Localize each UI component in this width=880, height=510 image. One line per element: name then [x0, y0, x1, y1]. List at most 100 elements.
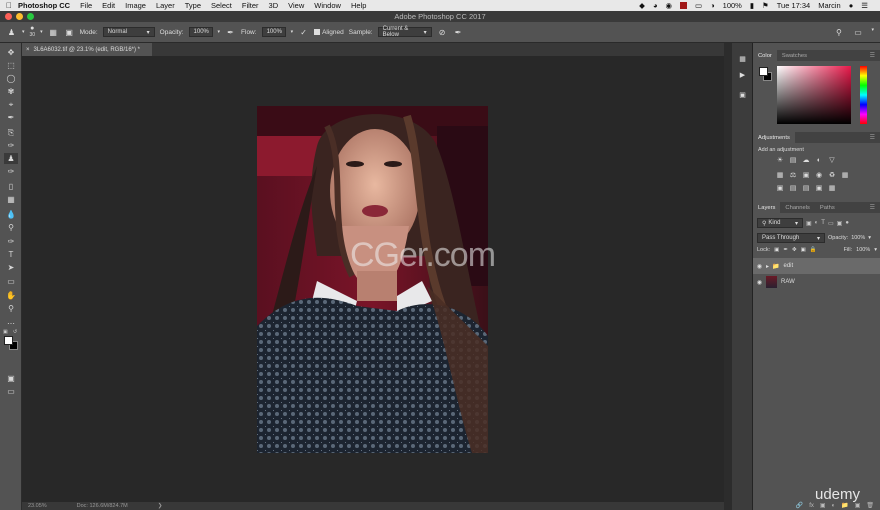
chevron-down-icon[interactable]: ▾ [874, 247, 877, 253]
tab-channels[interactable]: Channels [780, 202, 815, 213]
filter-adjustment-icon[interactable]: ◐ [815, 220, 819, 226]
recording-icon[interactable] [680, 2, 688, 9]
eye-icon[interactable]: ◉ [665, 1, 672, 10]
gradient-map-icon[interactable]: ▦ [827, 184, 837, 192]
quick-mask-icon[interactable]: ▣ [4, 373, 18, 384]
flag-icon[interactable]: ⚑ [762, 1, 769, 10]
tab-color[interactable]: Color [753, 50, 777, 61]
color-balance-icon[interactable]: ⚖ [788, 171, 798, 179]
clone-stamp-tool-icon[interactable]: ♟ [4, 153, 18, 164]
quick-selection-tool-icon[interactable]: ✾ [4, 86, 18, 97]
hue-slider[interactable] [860, 66, 867, 124]
levels-icon[interactable]: ▤ [788, 156, 798, 164]
eraser-tool-icon[interactable]: ▯ [4, 181, 18, 192]
filter-smart-object-icon[interactable]: ▣ [837, 220, 843, 227]
canvas-area[interactable]: CGer.com [22, 56, 724, 502]
eyedropper-tool-icon[interactable]: ✒ [4, 112, 18, 123]
path-selection-tool-icon[interactable]: ➤ [4, 262, 18, 273]
rectangle-tool-icon[interactable]: ▭ [4, 276, 18, 287]
notifications-icon[interactable]: ☰ [861, 1, 868, 10]
type-tool-icon[interactable]: T [4, 249, 18, 260]
chevron-down-icon[interactable]: ▾ [871, 27, 874, 38]
blend-mode-select[interactable]: Pass Through ▾ [757, 233, 825, 243]
siri-icon[interactable]: ● [849, 1, 854, 10]
brush-chevron-icon[interactable]: ▾ [40, 29, 43, 35]
menu-app-name[interactable]: Photoshop CC [18, 1, 70, 10]
chevron-down-icon[interactable]: ▾ [291, 29, 294, 35]
panel-menu-icon[interactable]: ☰ [865, 132, 880, 143]
menu-filter[interactable]: Filter [242, 1, 259, 10]
menu-view[interactable]: View [288, 1, 304, 10]
close-window-button[interactable] [5, 13, 12, 20]
menu-file[interactable]: File [80, 1, 92, 10]
posterize-icon[interactable]: ▤ [788, 184, 798, 192]
opacity-input[interactable]: 100% [188, 27, 213, 37]
exposure-icon[interactable]: ◐ [814, 156, 824, 164]
photo-filter-icon[interactable]: ◉ [814, 171, 824, 179]
workspace-icon[interactable]: ▭ [852, 27, 863, 38]
search-icon[interactable]: ⚲ [833, 27, 844, 38]
menu-edit[interactable]: Edit [102, 1, 115, 10]
invert-icon[interactable]: ▣ [775, 184, 785, 192]
document-info[interactable]: Doc: 126.6M/824.7M [77, 503, 128, 509]
menu-window[interactable]: Window [314, 1, 341, 10]
menu-help[interactable]: Help [351, 1, 366, 10]
battery-icon[interactable]: ▮ [750, 1, 754, 10]
pressure-opacity-icon[interactable]: ✒ [225, 27, 236, 38]
pressure-size-icon[interactable]: ✒ [453, 27, 464, 38]
document-tab[interactable]: × 3L6A6032.tif @ 23.1% (edit, RGB/16*) * [22, 43, 152, 56]
brush-panel-icon[interactable]: ▦ [48, 27, 59, 38]
layer-opacity-value[interactable]: 100% [851, 235, 865, 241]
panel-menu-icon[interactable]: ☰ [865, 50, 880, 61]
delete-layer-icon[interactable]: 🗑 [866, 502, 874, 509]
lock-position-icon[interactable]: ✥ [792, 247, 797, 253]
swap-colors-icon[interactable]: ↺ [13, 329, 17, 335]
sample-select[interactable]: Current & Below ▾ [377, 26, 432, 38]
visibility-eye-icon[interactable]: ◉ [753, 279, 766, 286]
document-image[interactable] [257, 106, 488, 453]
close-tab-icon[interactable]: × [26, 47, 30, 53]
color-lookup-icon[interactable]: ▦ [840, 171, 850, 179]
more-tools-icon[interactable]: ⋯ [4, 318, 18, 329]
history-panel-icon[interactable]: ▦ [737, 53, 748, 64]
selective-color-icon[interactable]: ▣ [814, 184, 824, 192]
lasso-tool-icon[interactable]: ◯ [4, 73, 18, 84]
hand-tool-icon[interactable]: ✋ [4, 290, 18, 301]
history-brush-tool-icon[interactable]: ✑ [4, 166, 18, 177]
zoom-level[interactable]: 23.05% [28, 503, 47, 509]
clone-source-icon[interactable]: ▣ [64, 27, 75, 38]
tab-layers[interactable]: Layers [753, 202, 781, 213]
threshold-icon[interactable]: ▤ [801, 184, 811, 192]
lock-artboard-icon[interactable]: ▣ [801, 247, 806, 253]
lock-all-icon[interactable]: 🔒 [810, 247, 817, 253]
actions-play-icon[interactable]: ▶ [737, 69, 748, 80]
hue-saturation-icon[interactable]: ▦ [775, 171, 785, 179]
filter-pixel-icon[interactable]: ▣ [806, 220, 812, 227]
clone-source-panel-icon[interactable]: ▣ [737, 89, 748, 100]
new-group-icon[interactable]: 📁 [841, 502, 848, 509]
zoom-tool-icon[interactable]: ⚲ [4, 303, 18, 314]
creative-cloud-icon[interactable]: ◕ [653, 1, 658, 10]
dropbox-icon[interactable]: ◆ [639, 1, 645, 10]
new-layer-icon[interactable]: ▣ [855, 502, 861, 509]
ignore-adjustment-layers-icon[interactable]: ⊘ [437, 27, 448, 38]
new-adjustment-icon[interactable]: ◐ [832, 503, 836, 509]
gradient-tool-icon[interactable]: ▦ [4, 194, 18, 205]
menu-select[interactable]: Select [211, 1, 232, 10]
display-icon[interactable]: ▭ [695, 1, 702, 10]
mode-select[interactable]: Normal ▾ [102, 27, 155, 37]
brightness-contrast-icon[interactable]: ☀ [775, 156, 785, 164]
dodge-tool-icon[interactable]: ⚲ [4, 222, 18, 233]
battery-percent[interactable]: 100% [723, 1, 742, 10]
apple-icon[interactable]:  [0, 1, 18, 10]
add-mask-icon[interactable]: ▣ [820, 502, 826, 509]
tool-preset-chevron-icon[interactable]: ▾ [22, 29, 25, 35]
move-tool-icon[interactable]: ✥ [4, 47, 18, 58]
flow-input[interactable]: 100% [261, 27, 286, 37]
airbrush-icon[interactable]: ✓ [298, 27, 309, 38]
filter-toggle-icon[interactable]: ● [845, 220, 849, 226]
chevron-down-icon[interactable]: ▾ [218, 29, 221, 35]
layer-style-icon[interactable]: fx [809, 503, 814, 509]
color-fg-swatch[interactable] [759, 67, 768, 76]
layer-filter-select[interactable]: ⚲ Kind ▾ [757, 218, 803, 228]
